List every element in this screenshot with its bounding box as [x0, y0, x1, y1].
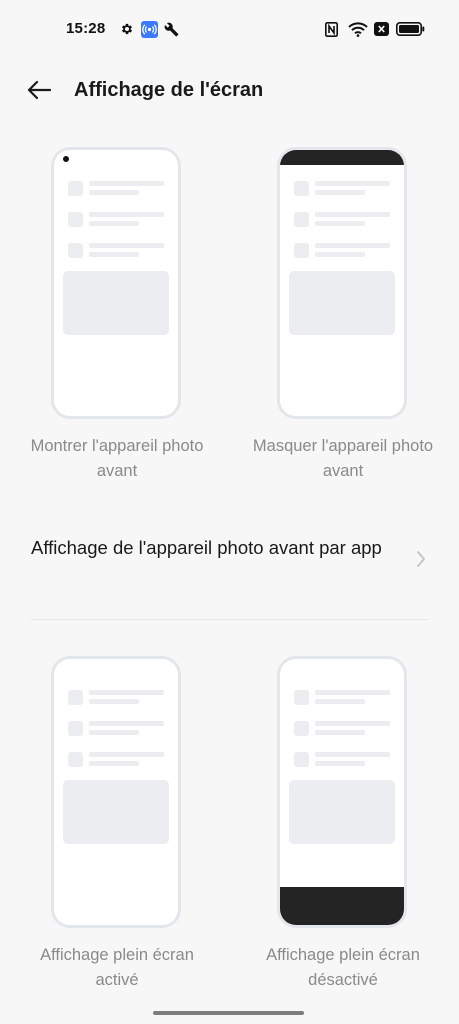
page-title: Affichage de l'écran — [74, 79, 264, 101]
wrench-icon — [163, 20, 179, 38]
preview-phone — [51, 147, 181, 419]
per-app-setting-label: Affichage de l'appareil photo avant par … — [31, 537, 382, 558]
nfc-icon — [324, 20, 338, 38]
preview-phone — [51, 656, 181, 928]
black-top-bar — [280, 150, 404, 165]
back-button[interactable] — [22, 76, 56, 108]
no-sim-icon — [373, 20, 389, 38]
wifi-icon — [347, 20, 368, 38]
option-fullscreen-disabled[interactable]: Affichage plein écran désactivé — [243, 656, 443, 996]
option-label: Affichage plein écran désactivé — [266, 946, 420, 989]
divider — [31, 619, 428, 620]
home-indicator[interactable] — [153, 1011, 304, 1015]
per-app-front-camera-setting[interactable]: Affichage de l'appareil photo avant par … — [0, 530, 459, 594]
hotspot-icon — [141, 20, 158, 38]
option-fullscreen-enabled[interactable]: Affichage plein écran activé — [17, 656, 217, 996]
battery-icon — [395, 20, 425, 38]
option-label: Montrer l'appareil photo avant — [30, 437, 204, 480]
option-show-front-camera[interactable]: Montrer l'appareil photo avant — [17, 147, 217, 492]
option-hide-front-camera[interactable]: Masquer l'appareil photo avant — [243, 147, 443, 492]
arrow-left-icon — [27, 80, 52, 105]
status-bar: 15:28 — [0, 0, 459, 60]
gear-icon — [119, 20, 135, 38]
black-bottom-bar — [280, 887, 404, 925]
option-label: Masquer l'appareil photo avant — [252, 437, 434, 480]
preview-phone — [277, 147, 407, 419]
status-time: 15:28 — [66, 20, 106, 37]
chevron-right-icon — [416, 550, 426, 573]
option-label: Affichage plein écran activé — [40, 946, 194, 989]
preview-phone — [277, 656, 407, 928]
camera-dot — [63, 156, 69, 162]
